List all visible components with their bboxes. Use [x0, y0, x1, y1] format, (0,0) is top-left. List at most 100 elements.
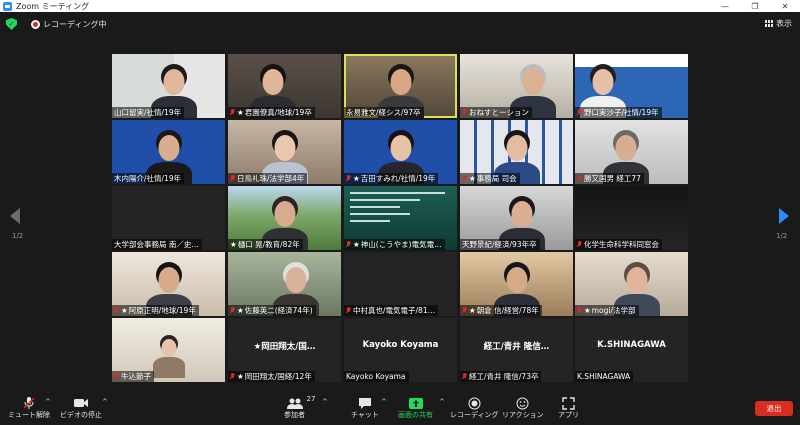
- participant-name-label: ★ 阿原正明/地球/19年: [112, 305, 199, 316]
- muted-mic-icon: [230, 307, 235, 314]
- participant-tile[interactable]: 勝又国男 経工77: [575, 120, 688, 184]
- participants-icon: 27: [286, 395, 315, 410]
- minimize-button[interactable]: —: [710, 0, 740, 12]
- participant-tile[interactable]: ★ 阿原正明/地球/19年: [112, 252, 225, 316]
- participant-tile[interactable]: K.SHINAGAWA K.SHINAGAWA: [575, 318, 688, 382]
- muted-mic-icon: [577, 307, 582, 314]
- participant-display-name: Kayoko Koyama: [362, 340, 439, 350]
- participant-name: 中村真也/電気電子/81…: [353, 306, 436, 315]
- participant-name-label: 勝又国男 経工77: [575, 173, 644, 184]
- participant-name-label: 木内陽介/社情/19年: [112, 173, 185, 184]
- participant-tile[interactable]: 日鳥礼珠/法学部4年: [228, 120, 341, 184]
- participant-tile[interactable]: 牛込節子: [112, 318, 225, 382]
- participant-tile[interactable]: ★ 吉田すみれ/社情/19年: [344, 120, 457, 184]
- share-screen-button[interactable]: 画面の共有: [398, 396, 433, 420]
- participant-tile[interactable]: ★ 佐藤英二(経済74年): [228, 252, 341, 316]
- participant-name-label: ★ 樋口 晃/教育/82年: [228, 239, 303, 250]
- muted-mic-icon: [230, 373, 235, 380]
- audio-options-caret-icon[interactable]: ^: [45, 398, 51, 406]
- participant-tile[interactable]: ★岡田翔太/国… ★ 岡田翔太/国経/12年: [228, 318, 341, 382]
- close-button[interactable]: ✕: [770, 0, 800, 12]
- participant-name-label: 日鳥礼珠/法学部4年: [228, 173, 308, 184]
- video-options-caret-icon[interactable]: ^: [102, 398, 108, 406]
- participant-tile[interactable]: おねすとーション: [460, 54, 573, 118]
- participant-face: [506, 135, 528, 161]
- encryption-shield-icon[interactable]: ✓: [6, 18, 17, 30]
- title-bar: Zoom ミーティング — ❐ ✕: [0, 0, 800, 12]
- participants-options-caret-icon[interactable]: ^: [322, 398, 328, 406]
- participant-name: 吉田すみれ/社情/19年: [360, 174, 436, 183]
- record-label: レコーディング: [450, 411, 499, 419]
- shared-slide-thumbnail: [350, 192, 450, 232]
- participant-name-label: ★ 神山(こうやま)電気電…: [344, 239, 445, 250]
- participant-name: 佐藤英二(経済74年): [244, 306, 313, 315]
- star-icon: ★: [121, 306, 128, 315]
- participant-tile[interactable]: 化学生命科学科同窓会: [575, 186, 688, 250]
- star-icon: ★: [353, 174, 360, 183]
- view-button[interactable]: 表示: [765, 18, 792, 29]
- participant-tile[interactable]: 野口実沙子/社情/19年: [575, 54, 688, 118]
- share-options-caret-icon[interactable]: ^: [439, 398, 445, 406]
- participant-name: 野口実沙子/社情/19年: [584, 108, 659, 117]
- participant-face: [158, 267, 180, 293]
- participant-name: 事務局 司会: [476, 174, 517, 183]
- participant-tile[interactable]: Kayoko Koyama Kayoko Koyama: [344, 318, 457, 382]
- apps-icon: [562, 396, 575, 410]
- participant-tile[interactable]: ★ 朝倉 信/経営/78年: [460, 252, 573, 316]
- participant-tile[interactable]: ★ mogi/法学部: [575, 252, 688, 316]
- participant-tile[interactable]: 永易雅文/経シス/97卒: [344, 54, 457, 118]
- record-button[interactable]: レコーディング: [450, 396, 499, 420]
- chat-options-caret-icon[interactable]: ^: [381, 398, 387, 406]
- participant-name: K.SHINAGAWA: [577, 372, 631, 381]
- next-page-button[interactable]: [779, 208, 791, 226]
- participant-face: [390, 135, 412, 161]
- muted-mic-icon: [577, 241, 582, 248]
- participant-tile[interactable]: ★ 事務局 司会: [460, 120, 573, 184]
- slide-text-line: [350, 206, 400, 208]
- participant-display-name: 経工/青井 隆信…: [483, 342, 550, 352]
- previous-page-button[interactable]: [10, 208, 22, 226]
- reactions-button[interactable]: リアクション: [502, 396, 544, 420]
- participant-name: 樋口 晃/教育/82年: [237, 240, 300, 249]
- participants-button[interactable]: 27 参加者: [284, 395, 315, 420]
- leave-meeting-button[interactable]: 退出: [755, 401, 793, 416]
- participant-tile[interactable]: 木内陽介/社情/19年: [112, 120, 225, 184]
- maximize-button[interactable]: ❐: [740, 0, 770, 12]
- participant-tile[interactable]: 山口留実/社情/19年: [112, 54, 225, 118]
- recording-icon: [31, 19, 40, 29]
- participant-face: [615, 135, 637, 161]
- participant-tile[interactable]: ★ 君園僚真/地球/19卒: [228, 54, 341, 118]
- share-screen-label: 画面の共有: [398, 411, 433, 419]
- meeting-status-bar: ✓ レコーディング中 表示: [0, 12, 800, 36]
- participant-tile[interactable]: 中村真也/電気電子/81…: [344, 252, 457, 316]
- participant-name-label: おねすとーション: [460, 107, 532, 118]
- unmute-button[interactable]: ミュート解除: [8, 396, 50, 420]
- chat-button[interactable]: チャット: [351, 396, 379, 420]
- participant-tile[interactable]: ★ 神山(こうやま)電気電…: [344, 186, 457, 250]
- participant-tile[interactable]: 天野景紀/経済/93年卒: [460, 186, 573, 250]
- slide-text-line: [350, 220, 390, 222]
- star-icon: ★: [469, 306, 476, 315]
- stop-video-label: ビデオの停止: [60, 411, 102, 419]
- muted-mic-icon: [114, 307, 119, 314]
- star-icon: ★: [584, 306, 591, 315]
- apps-button[interactable]: アプリ: [558, 396, 579, 420]
- star-icon: ★: [237, 372, 244, 381]
- participant-name-label: Kayoko Koyama: [344, 371, 409, 382]
- participant-face: [161, 339, 177, 357]
- muted-mic-icon: [577, 109, 582, 116]
- stop-video-button[interactable]: ビデオの停止: [60, 396, 102, 420]
- participant-tile[interactable]: 経工/青井 隆信… 経工/青井 隆信/73卒: [460, 318, 573, 382]
- participant-tile[interactable]: 大学部会事務局 南／史…: [112, 186, 225, 250]
- slide-text-line: [350, 199, 420, 201]
- chat-label: チャット: [351, 411, 379, 419]
- participant-name-label: ★ 事務局 司会: [460, 173, 520, 184]
- record-icon: [468, 396, 481, 410]
- apps-label: アプリ: [558, 411, 579, 419]
- muted-mic-icon: [462, 175, 467, 182]
- participant-name-label: ★ 佐藤英二(経済74年): [228, 305, 316, 316]
- participant-name: 化学生命科学科同窓会: [584, 240, 659, 249]
- recording-status[interactable]: レコーディング中: [43, 19, 106, 30]
- participant-tile[interactable]: ★ 樋口 晃/教育/82年: [228, 186, 341, 250]
- zoom-logo-icon: [3, 1, 12, 11]
